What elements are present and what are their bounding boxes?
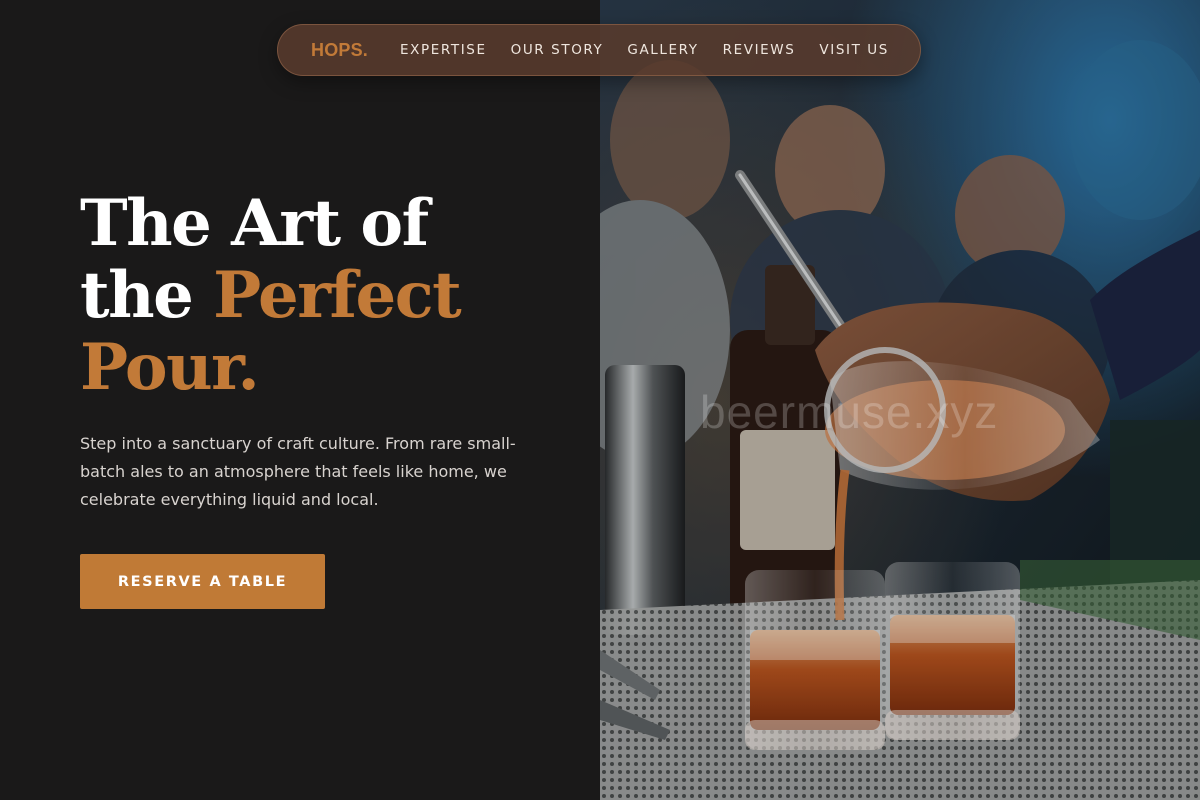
- hero-headline: The Art of the Perfect Pour.: [80, 186, 462, 405]
- headline-accent-perfect: Perfect: [213, 258, 462, 333]
- headline-line-2-white: the: [80, 258, 214, 333]
- headline-line-2: the Perfect: [80, 258, 462, 333]
- hero-description: Step into a sanctuary of craft culture. …: [80, 434, 516, 509]
- nav-link-reviews[interactable]: REVIEWS: [723, 42, 796, 58]
- hero-photo-bartender-pouring: [600, 0, 1200, 800]
- landing-page: HOPS. EXPERTISE OUR STORY GALLERY REVIEW…: [0, 0, 1200, 800]
- reserve-table-button[interactable]: RESERVE A TABLE: [80, 554, 325, 609]
- nav-link-visit-us[interactable]: VISIT US: [819, 42, 889, 58]
- headline-accent-pour: Pour.: [80, 330, 260, 405]
- nav-link-our-story[interactable]: OUR STORY: [511, 42, 604, 58]
- nav-link-gallery[interactable]: GALLERY: [627, 42, 698, 58]
- headline-line-1: The Art of: [80, 186, 429, 261]
- nav-link-expertise[interactable]: EXPERTISE: [400, 42, 487, 58]
- top-navigation: HOPS. EXPERTISE OUR STORY GALLERY REVIEW…: [277, 24, 921, 76]
- brand-logo[interactable]: HOPS.: [311, 40, 368, 61]
